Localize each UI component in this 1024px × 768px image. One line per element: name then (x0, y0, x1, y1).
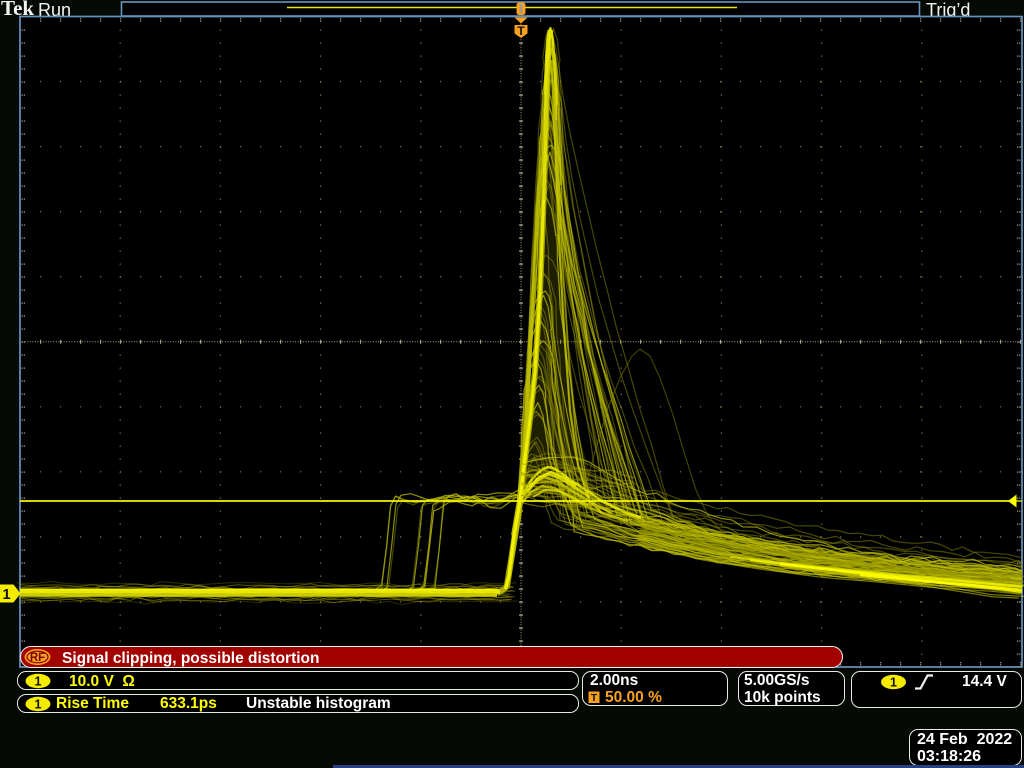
svg-text:1: 1 (34, 674, 41, 688)
svg-text:1: 1 (2, 587, 10, 603)
svg-text:1: 1 (34, 697, 41, 711)
svg-text:RF: RF (30, 652, 45, 664)
svg-text:1: 1 (890, 675, 897, 689)
svg-text:T: T (591, 692, 598, 704)
svg-text:T: T (517, 24, 525, 38)
